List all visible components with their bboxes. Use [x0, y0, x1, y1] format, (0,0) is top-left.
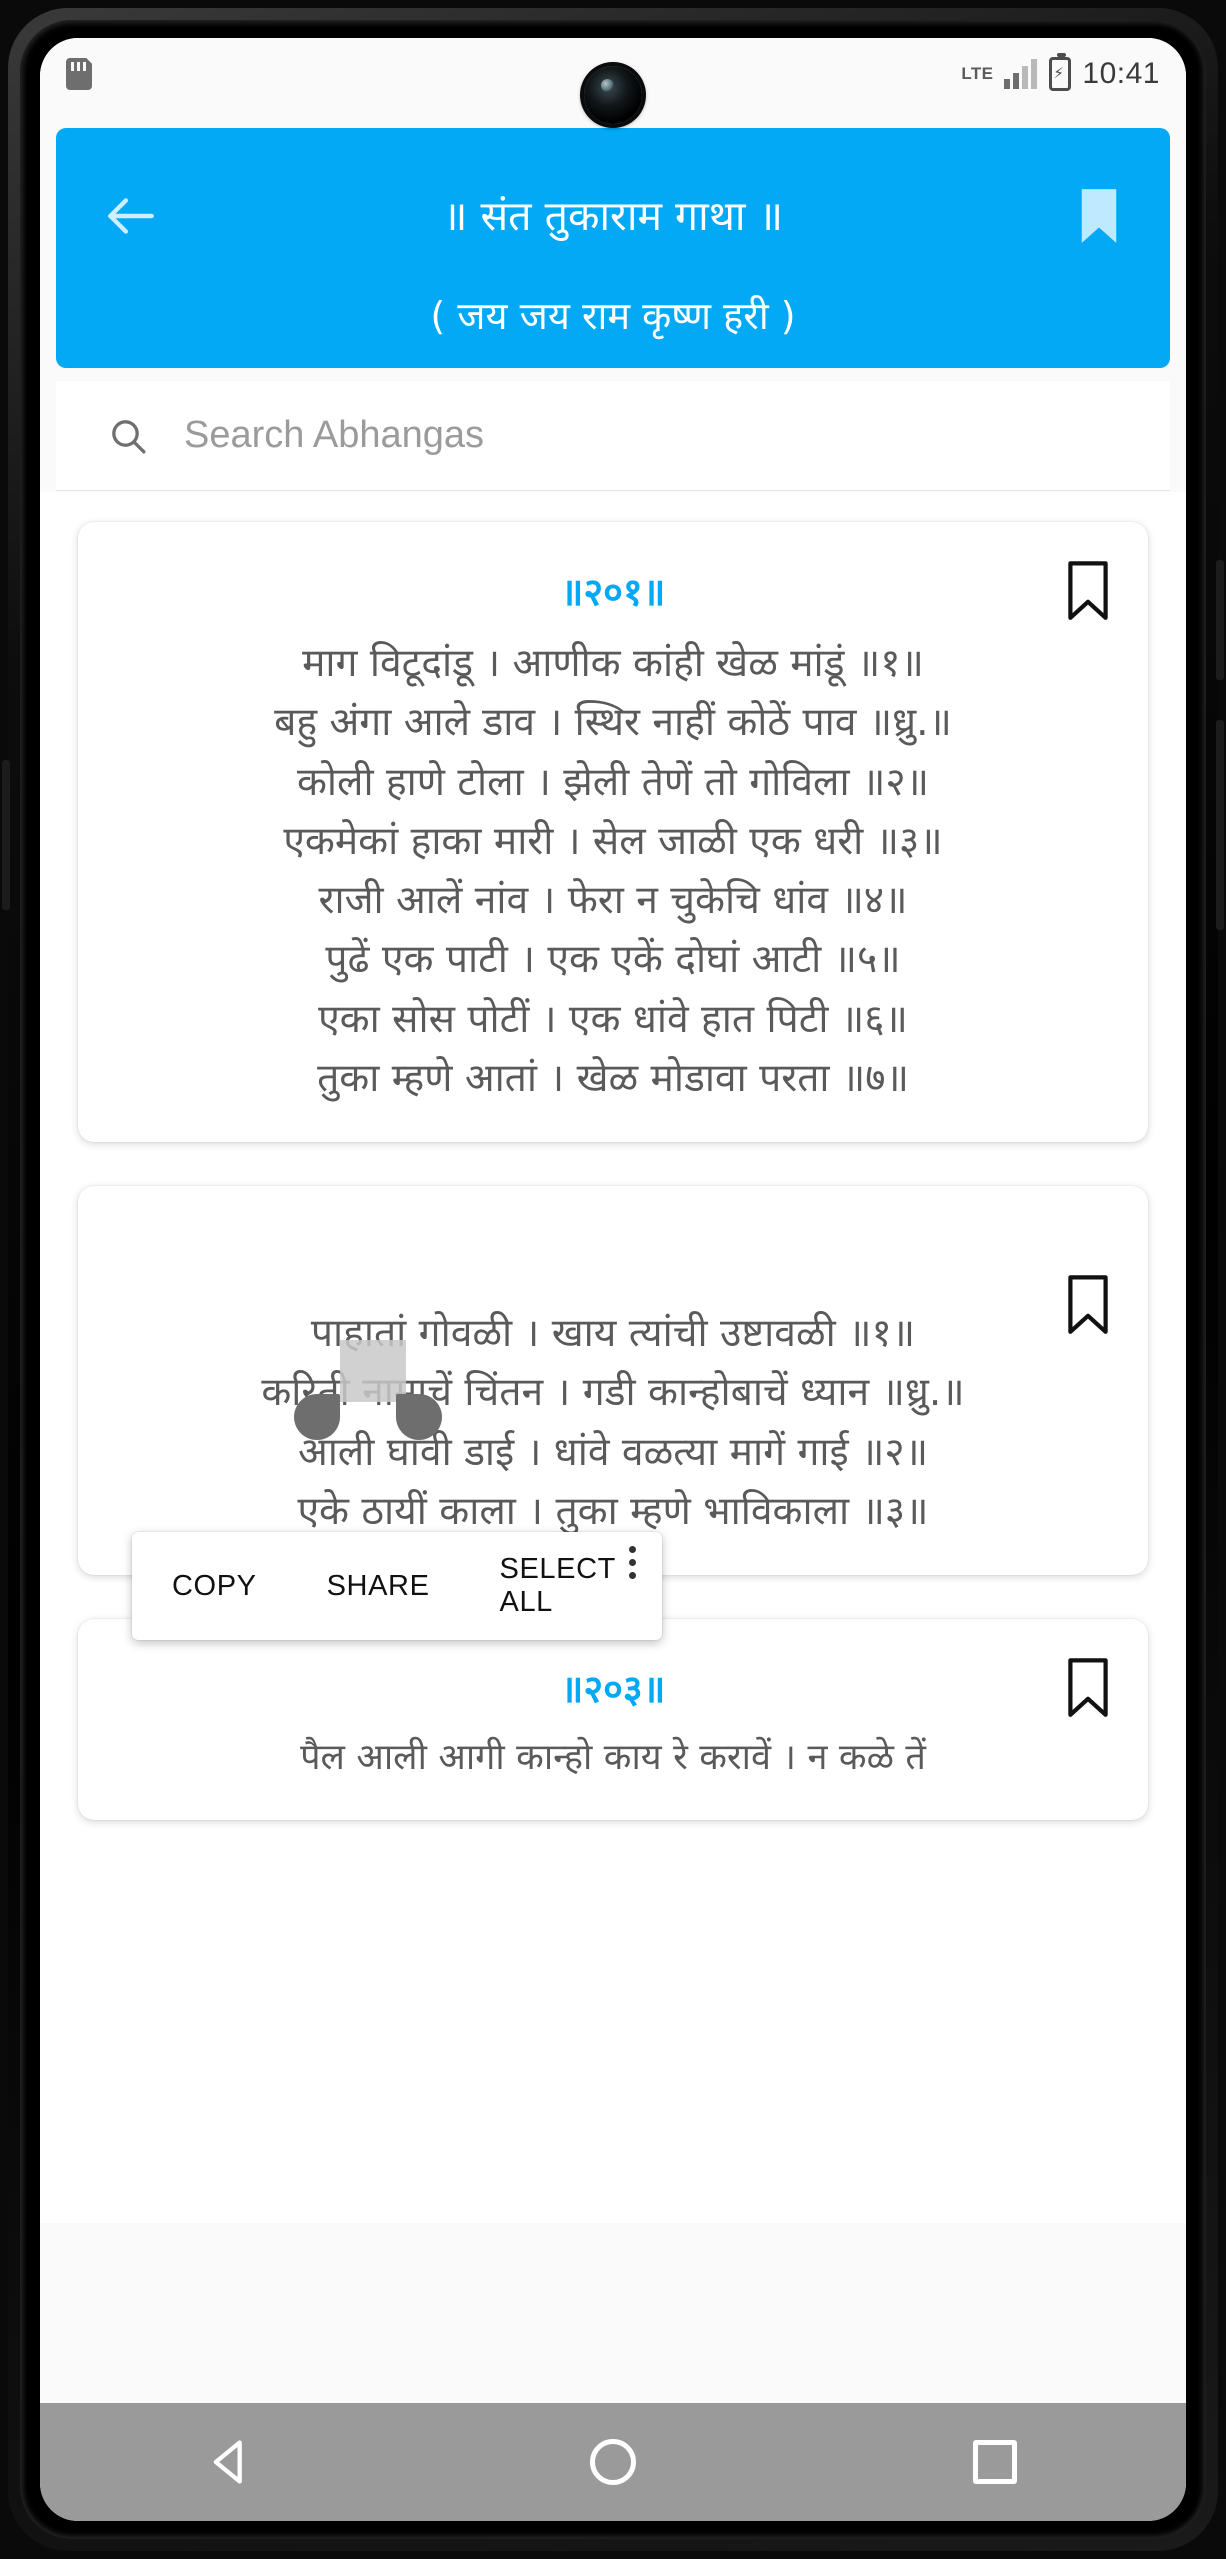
volume-up-button[interactable]	[1216, 560, 1224, 680]
abhanga-line: एकमेकां हाका मारी । सेल जाळी एक धरी ॥३॥	[283, 818, 943, 864]
page-subtitle: ( जय जय राम कृष्ण हरी )	[430, 294, 796, 338]
selection-handle-end[interactable]	[396, 1394, 442, 1441]
phone-frame: LTE 10:41 ॥ संत तुकाराम गाथा ॥	[0, 0, 1226, 2559]
overflow-menu-icon[interactable]	[629, 1546, 636, 1579]
status-clock: 10:41	[1082, 57, 1160, 90]
abhanga-number: ॥२०१॥	[560, 570, 666, 614]
power-button[interactable]	[2, 760, 10, 910]
abhanga-card[interactable]: पाहातां गोवळी । खाय त्यांची उष्टावळी ॥१॥…	[78, 1186, 1148, 1576]
search-bar[interactable]: Search Abhangas	[56, 381, 1170, 491]
android-navigation-bar	[40, 2403, 1186, 2521]
home-button[interactable]	[568, 2417, 658, 2507]
phone-screen: LTE 10:41 ॥ संत तुकाराम गाथा ॥	[40, 38, 1186, 2521]
bookmark-outline-icon[interactable]	[1064, 560, 1112, 622]
text-selection-toolbar[interactable]: COPY SHARE SELECT ALL	[132, 1532, 662, 1640]
sd-card-icon	[66, 58, 92, 90]
abhanga-list[interactable]: ॥२०१॥ माग विटूदांडू । आणीक कांही खेळ मां…	[40, 492, 1186, 2223]
abhanga-line: तुका म्हणे आतां । खेळ मोडावा परता ॥७॥	[317, 1055, 909, 1101]
abhanga-line: पाहातां गोवळी । खाय त्यांची उष्टावळी ॥१॥	[310, 1311, 916, 1357]
share-button[interactable]: SHARE	[321, 1570, 436, 1603]
front-camera-punch-hole	[584, 66, 642, 124]
abhanga-line: पुढें एक पाटी । एक एकें दोघां आटी ॥५॥	[325, 937, 901, 983]
bookmark-outline-icon[interactable]	[1064, 1274, 1112, 1336]
network-type-label: LTE	[961, 64, 994, 83]
selection-handle-start[interactable]	[294, 1394, 340, 1441]
page-title: ॥ संत तुकाराम गाथा ॥	[442, 191, 784, 240]
abhanga-line: कोली हाणे टोला । झेली तेणें तो गोविला ॥२…	[296, 759, 930, 805]
battery-charging-icon	[1049, 53, 1072, 91]
volume-down-button[interactable]	[1216, 720, 1224, 930]
back-button[interactable]	[186, 2417, 276, 2507]
recents-square-icon	[973, 2440, 1017, 2484]
abhanga-line: माग विटूदांडू । आणीक कांही खेळ मांडूं ॥१…	[302, 641, 924, 686]
app-bar: ॥ संत तुकाराम गाथा ॥ ( जय जय राम कृष्ण ह…	[56, 128, 1170, 368]
abhanga-number: ॥२०३॥	[560, 1667, 666, 1712]
abhanga-card-header: ॥२०३॥	[104, 1645, 1122, 1731]
status-bar-left	[66, 58, 92, 90]
search-input[interactable]: Search Abhangas	[184, 414, 484, 457]
home-circle-icon	[590, 2439, 636, 2485]
search-icon	[108, 416, 148, 456]
abhanga-line: राजी आलें नांव । फेरा न चुकेचि धांव ॥४॥	[318, 878, 908, 924]
abhanga-card[interactable]: ॥२०१॥ माग विटूदांडू । आणीक कांही खेळ मां…	[78, 522, 1148, 1143]
signal-bars-icon	[1004, 59, 1038, 89]
bookmark-icon[interactable]	[1076, 186, 1122, 246]
select-all-button[interactable]: SELECT ALL	[494, 1553, 662, 1619]
back-arrow-icon[interactable]	[100, 185, 162, 247]
abhanga-line: पैल आली आगी कान्हो काय रे करावें । न कळे…	[300, 1737, 926, 1779]
recents-button[interactable]	[950, 2417, 1040, 2507]
abhanga-card[interactable]: ॥२०३॥ पैल आली आगी कान्हो काय रे करावें ।…	[78, 1619, 1148, 1820]
abhanga-line: बहु अंगा आले डाव । स्थिर नाहीं कोठें पाव…	[274, 700, 952, 746]
text-selection-highlight	[340, 1340, 406, 1403]
bookmark-outline-icon[interactable]	[1064, 1657, 1112, 1719]
abhanga-line: आली घावी डाई । धांवे वळत्या मागें गाई ॥२…	[297, 1429, 929, 1475]
copy-button[interactable]: COPY	[166, 1570, 263, 1603]
abhanga-card-header: ॥२०१॥	[104, 548, 1122, 634]
abhanga-line: करिती नामाचें चिंतन । गडी कान्होबाचें ध्…	[261, 1370, 965, 1416]
app-bar-top-row: ॥ संत तुकाराम गाथा ॥	[56, 161, 1170, 271]
status-bar-right: LTE 10:41	[961, 53, 1160, 91]
abhanga-line: एका सोस पोटीं । एक धांवे हात पिटी ॥६॥	[318, 996, 908, 1042]
